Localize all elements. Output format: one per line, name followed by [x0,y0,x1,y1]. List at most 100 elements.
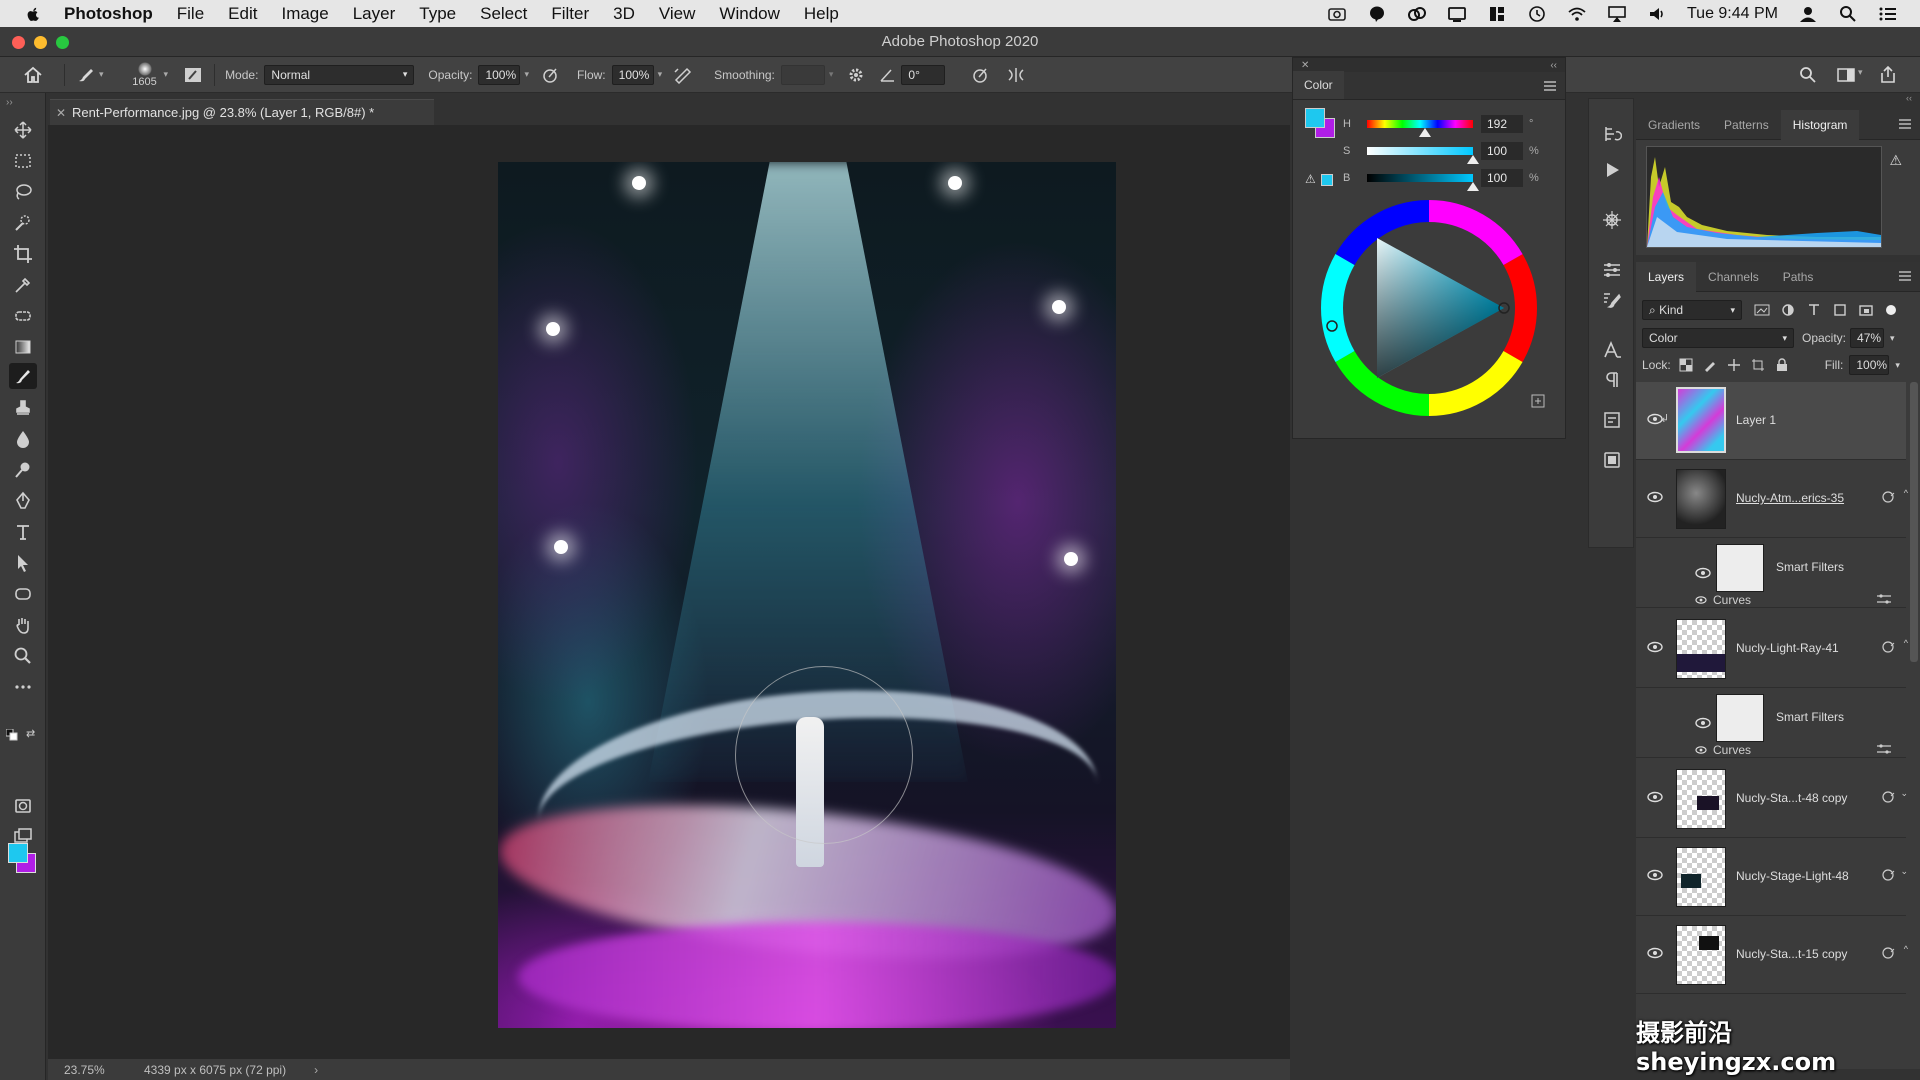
smart-filter-icon[interactable] [1880,640,1896,654]
quick-mask-tool[interactable] [9,793,37,819]
chevron-down-icon[interactable]: ⌄ [1900,866,1908,877]
chevron-down-icon[interactable]: ▾ [1858,67,1863,78]
saturation-slider[interactable] [1367,147,1479,164]
menu-layer[interactable]: Layer [353,4,396,24]
eye-icon[interactable] [1646,868,1664,882]
path-selection-tool[interactable] [9,550,37,576]
zoom-tool[interactable] [9,643,37,669]
document-dimensions[interactable]: 4339 px x 6075 px (72 ppi) [144,1063,286,1077]
camera-icon[interactable] [1327,5,1347,23]
menu-select[interactable]: Select [480,4,527,24]
blur-tool[interactable] [9,426,37,452]
display-icon[interactable] [1447,5,1467,23]
layer-name[interactable]: Nucly-Stage-Light-48 [1736,869,1849,883]
chevron-down-icon[interactable]: ▾ [1890,333,1895,344]
brush-preset-icon[interactable] [75,64,97,86]
pressure-size-icon[interactable] [969,64,991,86]
zoom-level[interactable]: 23.75% [64,1063,124,1077]
menu-file[interactable]: File [177,4,204,24]
tab-channels[interactable]: Channels [1696,262,1771,292]
close-tab-icon[interactable]: ✕ [50,106,72,120]
grid-app-icon[interactable] [1487,5,1507,23]
lock-position-icon[interactable] [1727,358,1741,372]
filter-options-icon[interactable] [1876,743,1892,755]
collapse-dock-icon[interactable]: ‹‹ [1636,93,1920,103]
chevron-down-icon[interactable]: ▾ [524,69,529,80]
tab-color[interactable]: Color [1293,71,1344,99]
chevron-up-icon[interactable]: ^ [1904,638,1908,648]
warning-icon[interactable]: ⚠ [1305,172,1316,186]
websafe-color-swatch[interactable] [1321,174,1333,186]
eye-icon[interactable] [1694,595,1708,605]
apple-icon[interactable] [24,5,42,23]
brush-settings-icon[interactable] [182,64,204,86]
panel-menu-icon[interactable] [1543,80,1557,92]
layer-opacity-input[interactable]: 47% [1850,328,1885,348]
warning-icon[interactable]: ⚠ [1889,152,1902,169]
eye-icon[interactable] [1646,946,1664,960]
curves-filter[interactable]: Curves [1694,593,1751,607]
chevron-down-icon[interactable]: ▾ [164,69,169,80]
layer-name[interactable]: Layer 1 [1736,413,1776,427]
filter-adjustment-icon[interactable] [1780,303,1796,317]
zoom-window-button[interactable] [56,36,69,49]
eye-icon[interactable] [1646,490,1664,504]
saturation-input[interactable]: 100 [1481,142,1523,160]
lock-artboard-icon[interactable] [1751,358,1765,372]
wifi-icon[interactable] [1567,5,1587,23]
menu-filter[interactable]: Filter [551,4,589,24]
foreground-color-swatch[interactable] [1305,108,1325,128]
eye-icon[interactable] [1694,716,1712,730]
notification-center-icon[interactable] [1878,5,1898,23]
default-colors-icon[interactable] [5,728,18,741]
angle-input[interactable]: 0° [901,64,946,85]
quick-selection-tool[interactable] [9,210,37,236]
filter-type-icon[interactable] [1806,303,1822,317]
eye-icon[interactable] [1646,790,1664,804]
filter-smart-object-icon[interactable] [1858,303,1874,317]
brightness-slider[interactable] [1367,174,1479,191]
menu-edit[interactable]: Edit [228,4,257,24]
chevron-up-icon[interactable]: ^ [1904,944,1908,954]
eye-icon[interactable] [1694,745,1708,755]
menu-window[interactable]: Window [719,4,779,24]
menu-view[interactable]: View [659,4,696,24]
play-actions-icon[interactable] [1601,159,1623,181]
fill-input[interactable]: 100% [1849,355,1890,375]
close-window-button[interactable] [12,36,25,49]
tab-patterns[interactable]: Patterns [1712,110,1781,140]
healing-brush-tool[interactable] [9,303,37,329]
smart-filter-icon[interactable] [1880,790,1896,804]
hand-tool[interactable] [9,612,37,638]
home-icon[interactable] [22,64,44,86]
menu-type[interactable]: Type [419,4,456,24]
character-icon[interactable] [1601,339,1623,361]
smart-filters-row[interactable]: Smart Filters Curves [1636,538,1906,608]
spotlight-search-icon[interactable] [1838,5,1858,23]
menu-help[interactable]: Help [804,4,839,24]
smart-filter-icon[interactable] [1880,946,1896,960]
chevron-down-icon[interactable]: ▾ [1895,360,1900,371]
filter-pixel-icon[interactable] [1754,303,1770,317]
share-icon[interactable] [1878,65,1898,85]
gear-icon[interactable] [845,64,867,86]
eyedropper-tool[interactable] [9,272,37,298]
collapse-panel-icon[interactable]: ‹‹ [1550,60,1557,71]
canvas-area[interactable] [48,125,1290,1059]
user-icon[interactable] [1798,5,1818,23]
eye-icon[interactable] [1646,640,1664,654]
brush-settings-panel-icon[interactable] [1601,289,1623,311]
lock-pixels-icon[interactable] [1703,358,1717,372]
paragraph-icon[interactable] [1601,369,1623,391]
marquee-tool[interactable] [9,148,37,174]
glyphs-icon[interactable] [1601,409,1623,431]
lock-transparent-icon[interactable] [1679,358,1693,372]
filter-toggle-icon[interactable] [1886,305,1896,315]
chat-bubble-icon[interactable] [1367,5,1387,23]
close-panel-icon[interactable]: ✕ [1301,60,1309,71]
add-swatch-icon[interactable] [1531,394,1545,408]
document-tab[interactable]: ✕ Rent-Performance.jpg @ 23.8% (Layer 1,… [50,99,434,125]
curves-filter[interactable]: Curves [1694,743,1751,757]
layer-row-atmospherics[interactable]: Nucly-Atm...erics-35 ^ [1636,460,1908,538]
stamp-tool[interactable] [9,395,37,421]
